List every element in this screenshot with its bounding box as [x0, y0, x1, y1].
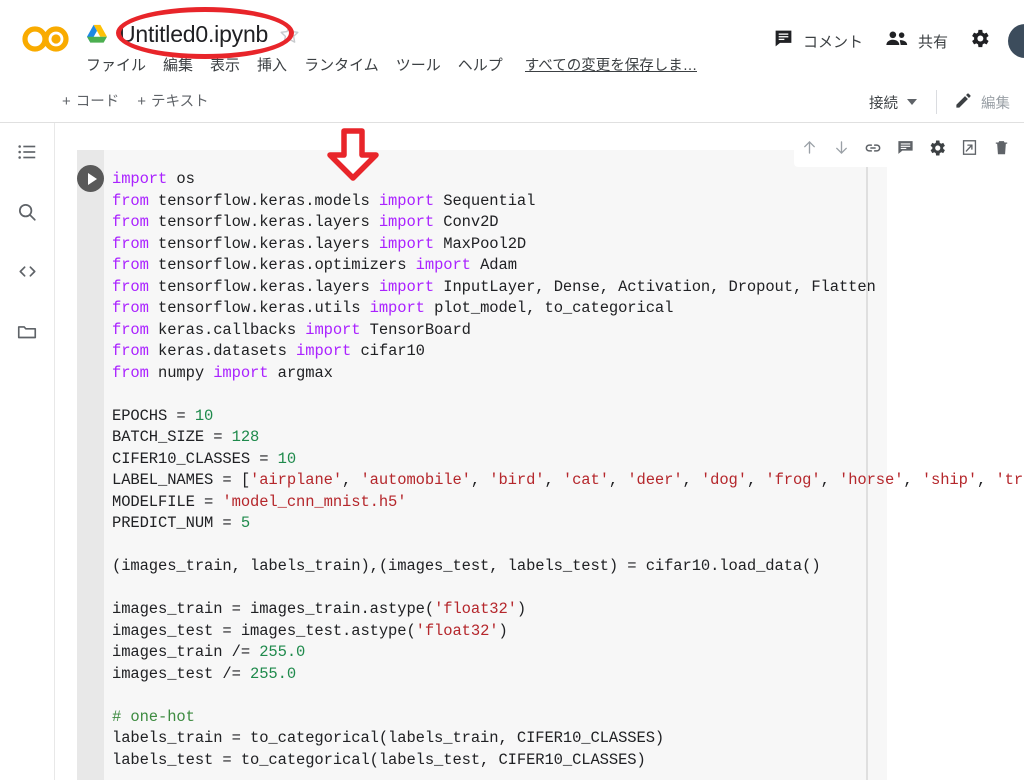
delete-cell-button[interactable]: [986, 135, 1016, 165]
app-header: Untitled0.ipynb ファイル 編集 表示 挿入 ランタイム ツール …: [0, 0, 1024, 80]
comment-button[interactable]: コメント: [762, 22, 874, 60]
notebook-area: import os from tensorflow.keras.models i…: [56, 123, 1024, 780]
chevron-down-icon: [907, 99, 917, 105]
add-code-cell-button[interactable]: + コード: [62, 90, 119, 111]
save-status-text[interactable]: すべての変更を保存しま…: [525, 54, 697, 75]
arrow-down-icon: [832, 138, 851, 162]
cell-action-toolbar: [794, 133, 1016, 167]
link-to-cell-button[interactable]: [858, 135, 888, 165]
gear-icon: [927, 138, 947, 163]
star-outline-icon[interactable]: [279, 24, 300, 45]
plus-icon: +: [62, 93, 71, 110]
sidebar-item-find-and-replace[interactable]: [7, 197, 47, 231]
editing-mode-button[interactable]: 編集: [946, 87, 1018, 118]
gear-icon: [968, 29, 991, 54]
toolbar-divider: [936, 90, 937, 114]
menu-item-help[interactable]: ヘルプ: [458, 54, 503, 75]
list-icon: [16, 141, 38, 168]
code-cell[interactable]: import os from tensorflow.keras.models i…: [77, 150, 1024, 780]
menu-item-tools[interactable]: ツール: [396, 54, 441, 75]
arrow-up-icon: [800, 138, 819, 162]
connect-button[interactable]: 接続: [859, 88, 927, 117]
document-title-row: Untitled0.ipynb: [86, 14, 300, 54]
colab-logo-icon[interactable]: [18, 22, 74, 56]
share-label: 共有: [917, 33, 948, 51]
comment-icon: [896, 138, 915, 162]
add-cell-buttons: + コード + テキスト: [62, 90, 209, 111]
code-editor[interactable]: import os from tensorflow.keras.models i…: [104, 150, 1024, 780]
menu-item-view[interactable]: 表示: [210, 54, 240, 75]
add-text-label: テキスト: [151, 94, 209, 110]
sidebar-item-code-snippets[interactable]: [7, 257, 47, 291]
user-avatar[interactable]: [1008, 24, 1024, 58]
toolbar-right-group: 接続 編集: [859, 87, 1018, 117]
search-icon: [16, 201, 38, 228]
cell-right-divider: [866, 150, 868, 780]
cell-settings-button[interactable]: [922, 135, 952, 165]
code-brackets-icon: [16, 260, 39, 288]
folder-icon: [16, 321, 38, 348]
add-comment-button[interactable]: [890, 135, 920, 165]
people-icon: [885, 29, 909, 53]
comment-label: コメント: [802, 33, 863, 51]
add-text-cell-button[interactable]: + テキスト: [137, 90, 208, 111]
menu-item-file[interactable]: ファイル: [86, 54, 146, 75]
link-icon: [863, 138, 883, 163]
settings-button[interactable]: [959, 21, 1000, 61]
open-in-new-icon: [960, 138, 979, 162]
move-cell-down-button[interactable]: [826, 135, 856, 165]
open-in-new-tab-button[interactable]: [954, 135, 984, 165]
header-actions: コメント 共有: [762, 20, 1024, 62]
code-text[interactable]: import os from tensorflow.keras.models i…: [112, 169, 1024, 771]
colab-window: Untitled0.ipynb ファイル 編集 表示 挿入 ランタイム ツール …: [0, 0, 1024, 780]
sidebar-item-files[interactable]: [7, 317, 47, 351]
cell-gutter: [77, 150, 104, 780]
notebook-toolbar: + コード + テキスト 接続 編集: [0, 80, 1024, 123]
left-sidebar: [0, 123, 55, 780]
share-button[interactable]: 共有: [874, 23, 959, 59]
run-cell-button[interactable]: [77, 165, 104, 192]
connect-label: 接続: [869, 95, 898, 112]
comment-icon: [773, 28, 794, 54]
trash-icon: [992, 138, 1011, 162]
menu-item-runtime[interactable]: ランタイム: [304, 54, 379, 75]
play-icon: [87, 172, 97, 185]
menu-item-edit[interactable]: 編集: [163, 54, 193, 75]
page-title[interactable]: Untitled0.ipynb: [115, 20, 272, 49]
google-drive-icon: [86, 24, 108, 44]
pencil-icon: [954, 91, 973, 114]
menu-item-insert[interactable]: 挿入: [257, 54, 287, 75]
edit-label: 編集: [981, 95, 1010, 112]
menu-bar: ファイル 編集 表示 挿入 ランタイム ツール ヘルプ すべての変更を保存しま…: [86, 52, 697, 76]
move-cell-up-button[interactable]: [794, 135, 824, 165]
add-code-label: コード: [75, 94, 120, 110]
sidebar-item-table-of-contents[interactable]: [7, 137, 47, 171]
plus-icon: +: [137, 93, 147, 110]
